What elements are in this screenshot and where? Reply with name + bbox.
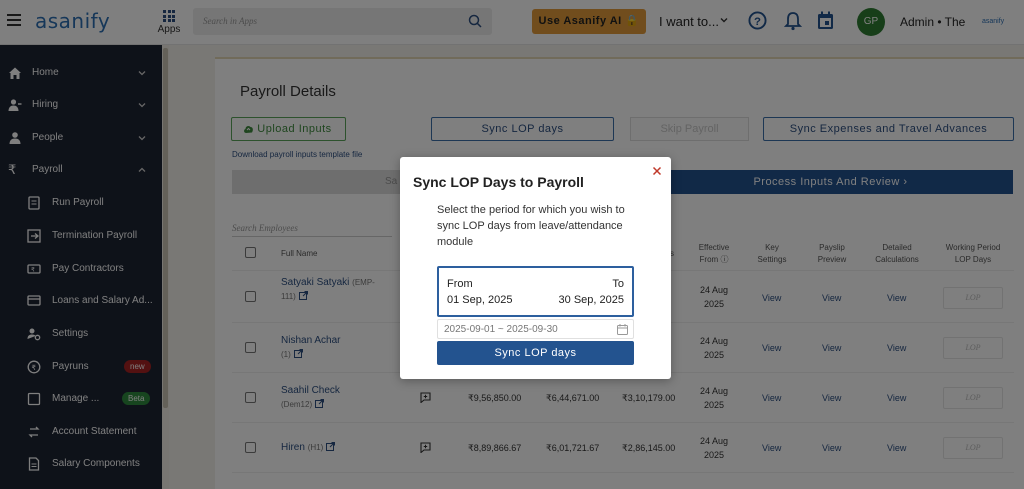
sync-lop-modal: Sync LOP Days to Payroll Select the peri… [400,157,671,379]
to-label: To [612,278,624,290]
date-range-display[interactable]: From To 01 Sep, 2025 30 Sep, 2025 [437,266,634,317]
date-range-input[interactable]: 2025-09-01 ~ 2025-09-30 [437,319,634,339]
from-label: From [447,278,473,290]
close-icon[interactable] [652,166,662,176]
from-date: 01 Sep, 2025 [447,294,513,306]
to-date: 30 Sep, 2025 [558,294,624,306]
calendar-icon[interactable] [617,324,628,335]
modal-title: Sync LOP Days to Payroll [413,174,584,190]
date-range-value: 2025-09-01 ~ 2025-09-30 [444,324,558,335]
modal-description: Select the period for which you wish to … [437,204,625,248]
sync-lop-days-submit-button[interactable]: Sync LOP days [437,341,634,365]
